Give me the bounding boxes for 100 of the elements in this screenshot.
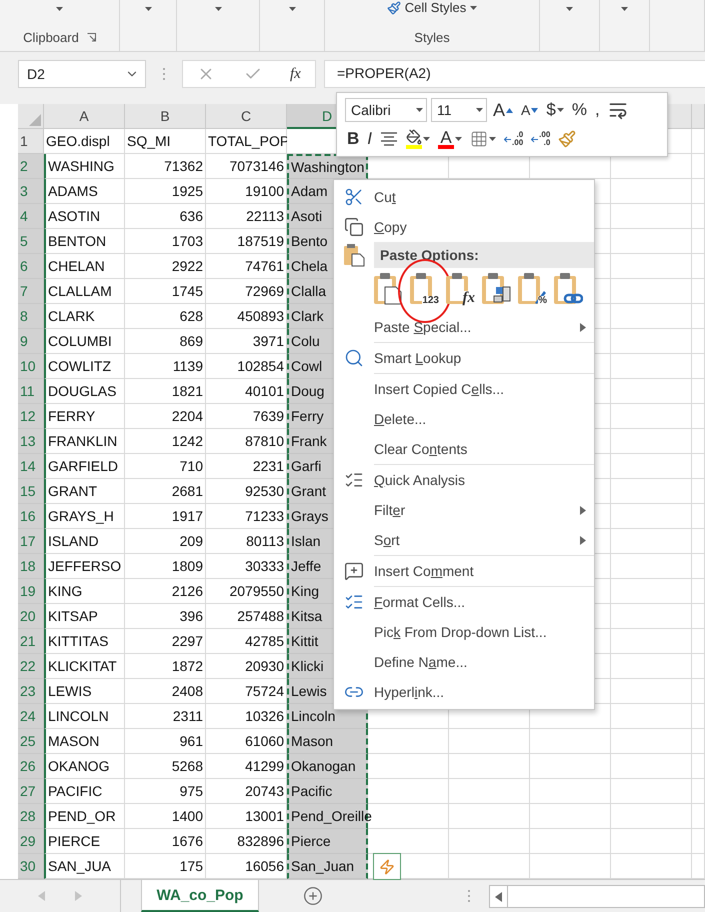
row-header[interactable]: 25 [18,729,44,754]
row-header[interactable]: 19 [18,579,44,604]
table-cell [692,354,705,379]
table-cell [692,154,705,179]
search-icon [344,348,364,368]
menu-item[interactable]: Define Name... [334,647,594,677]
cell-text: Pierce [291,833,331,849]
shrink-font-button[interactable]: A [519,98,540,122]
cell-text: 1676 [172,833,203,849]
menu-item[interactable]: Sort [334,525,594,555]
row-header[interactable]: 28 [18,804,44,829]
menu-item[interactable]: Format Cells... [334,587,594,617]
format-button[interactable]: I [365,127,374,151]
cell-text: 2204 [172,408,203,424]
grow-font-button[interactable]: A [491,98,516,122]
format-button[interactable]: B [345,127,362,151]
caret-icon [423,137,430,141]
cell-text: 2922 [172,258,203,274]
sheet-tab[interactable]: WA_co_Pop [141,880,259,912]
cell-text: 187519 [237,233,284,249]
decimal-button[interactable]: .0 .00 [502,127,526,151]
menu-item[interactable]: Copy [334,212,594,242]
paste-option-button[interactable] [480,271,512,307]
row-header[interactable]: 2 [18,154,44,179]
font-size-field[interactable]: 11 [431,98,487,122]
menu-item[interactable]: Hyperlink... [334,677,594,707]
row-header[interactable]: 5 [18,229,44,254]
menu-item[interactable]: Paste Special... [334,312,594,342]
row-header[interactable]: 23 [18,679,44,704]
font-color-button[interactable]: A [436,127,464,151]
menu-item[interactable]: Filter [334,495,594,525]
cell-text: 2681 [172,483,203,499]
submenu-arrow-icon [580,322,586,332]
decimal-button[interactable]: .00 .0 [529,127,552,151]
caret-icon [455,137,462,141]
formula-field[interactable]: =PROPER(A2) [324,60,705,88]
row-header[interactable]: 15 [18,479,44,504]
format-button[interactable]: , [592,98,602,122]
column-header[interactable]: B [125,104,206,129]
font-name-field[interactable]: Calibri [345,98,427,122]
fill-color-button[interactable] [404,127,432,151]
row-header[interactable]: 4 [18,204,44,229]
format-button[interactable]: $ [544,98,566,122]
row-header[interactable]: 1 [18,129,44,154]
row-header[interactable]: 22 [18,654,44,679]
menu-item[interactable]: Smart Lookup [334,343,594,373]
menu-item[interactable]: Clear Contents [334,434,594,464]
row-header[interactable]: 16 [18,504,44,529]
row-header[interactable]: 27 [18,779,44,804]
row-header[interactable]: 24 [18,704,44,729]
row-header[interactable]: 6 [18,254,44,279]
row-header[interactable]: 20 [18,604,44,629]
row-header[interactable]: 29 [18,829,44,854]
cell-text: Colu [291,333,320,349]
insert-function-button[interactable]: fx [290,66,301,82]
menu-item[interactable]: Quick Analysis [334,465,594,495]
row-header[interactable]: 7 [18,279,44,304]
cell-text: Kittit [291,633,318,649]
cell-styles-button[interactable]: Cell Styles [386,1,478,15]
format-button[interactable]: % [570,98,589,122]
row-header[interactable]: 18 [18,554,44,579]
cell-text: 74761 [245,258,284,274]
row-header[interactable]: 26 [18,754,44,779]
row-header[interactable]: 9 [18,329,44,354]
menu-item[interactable]: Cut [334,182,594,212]
row-header[interactable]: 11 [18,379,44,404]
row-header[interactable]: 14 [18,454,44,479]
quick-analysis-button[interactable] [373,853,401,880]
column-header[interactable]: C [206,104,287,129]
row-header[interactable]: 10 [18,354,44,379]
cell-text: LEWIS [48,683,92,699]
grip-icon [162,66,166,82]
launcher-icon[interactable] [86,33,96,42]
row-header[interactable]: 30 [18,854,44,879]
menu-item[interactable]: Insert Copied Cells... [334,374,594,404]
menu-item[interactable]: Insert Comment [334,556,594,586]
up-caret-icon [506,106,514,114]
row-header[interactable]: 13 [18,429,44,454]
row-header[interactable]: 17 [18,529,44,554]
cell-text: 2126 [172,583,203,599]
left-arrow-icon [494,892,502,902]
paste-option-button[interactable] [372,271,404,307]
menu-item[interactable]: Pick From Drop-down List... [334,617,594,647]
menu-item[interactable]: Delete... [334,404,594,434]
cell-text: KLICKITAT [48,658,117,674]
name-box[interactable]: D2 [18,60,146,88]
cell-text: KITTITAS [48,633,108,649]
column-header[interactable]: A [44,104,125,129]
cell-text: 1821 [172,383,203,399]
horizontal-scrollbar[interactable] [489,885,705,908]
cell-text: 1809 [172,558,203,574]
paste-option-button[interactable] [552,271,584,307]
row-header[interactable]: 3 [18,179,44,204]
row-header[interactable]: 8 [18,304,44,329]
paste-option-button[interactable]: % [516,271,548,307]
paste-option-button[interactable]: 123 [408,271,440,307]
paste-option-button[interactable]: fx [444,271,476,307]
row-header[interactable]: 12 [18,404,44,429]
row-header[interactable]: 21 [18,629,44,654]
cell-text: FERRY [48,408,96,424]
